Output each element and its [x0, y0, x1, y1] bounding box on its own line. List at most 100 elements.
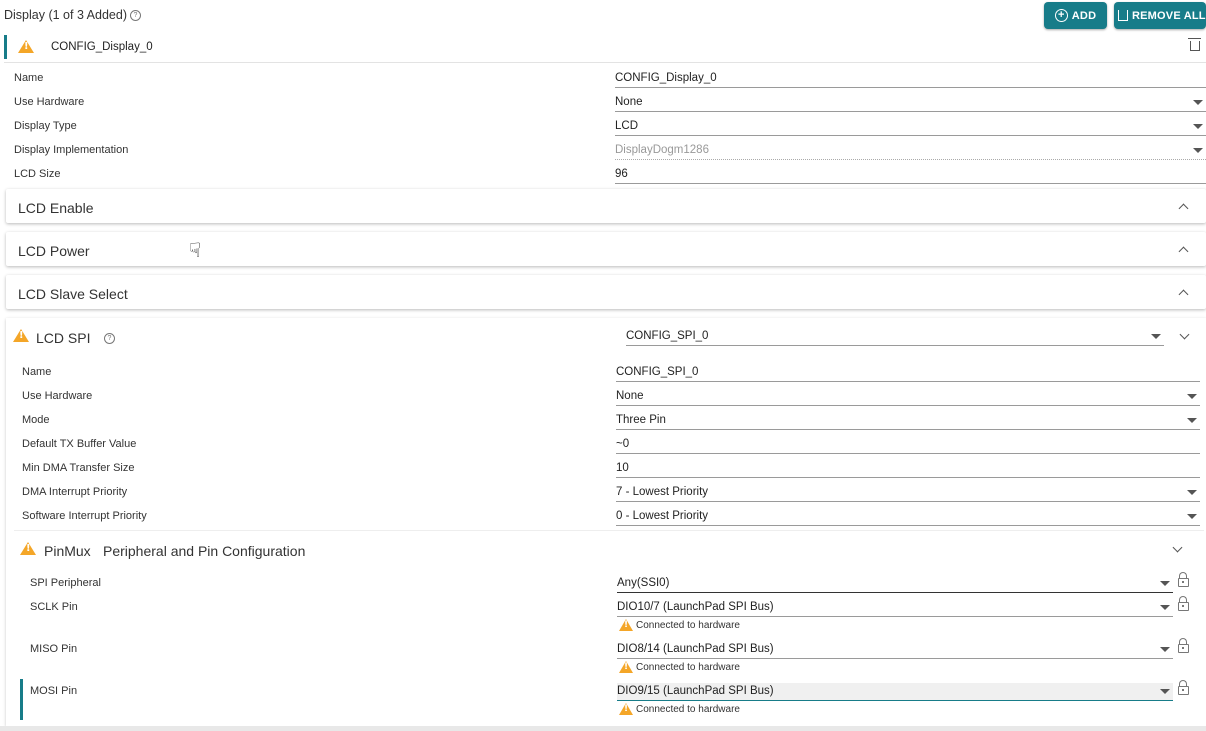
spi-field-value: CONFIG_SPI_0 [616, 366, 699, 378]
display-field-input[interactable]: LCD [615, 118, 1206, 136]
chevron-down-icon [1193, 124, 1203, 129]
help-icon[interactable]: ? [104, 333, 115, 344]
spi-field-value: Three Pin [616, 414, 666, 426]
pin-field-value: DIO10/7 (LaunchPad SPI Bus) [617, 601, 774, 613]
spi-field-value: 0 - Lowest Priority [616, 510, 709, 522]
chevron-down-icon [1160, 605, 1170, 610]
pin-field-label: MOSI Pin [30, 685, 78, 697]
warning-icon [619, 703, 633, 715]
help-icon[interactable]: ? [130, 10, 141, 22]
remove-all-button[interactable]: REMOVE ALL [1114, 2, 1206, 29]
display-field-input[interactable]: None [615, 94, 1206, 112]
section-lcd-slave-select[interactable]: LCD Slave Select [6, 275, 1206, 309]
display-field-label: LCD Size [14, 168, 61, 180]
spi-field-input[interactable]: 0 - Lowest Priority [616, 508, 1200, 526]
lock-icon[interactable] [1178, 638, 1189, 653]
warning-icon [20, 542, 36, 555]
chevron-up-icon[interactable] [1178, 246, 1189, 257]
hardware-note: Connected to hardware [619, 703, 740, 715]
section-title: LCD Power [18, 243, 90, 259]
pinmux-subtitle: Peripheral and Pin Configuration [103, 543, 306, 559]
chevron-down-icon [1187, 418, 1197, 423]
spi-field-input[interactable]: CONFIG_SPI_0 [616, 364, 1200, 382]
remove-all-label: REMOVE ALL [1132, 9, 1206, 22]
display-field-input[interactable]: DisplayDogm1286 [615, 142, 1206, 160]
pin-field-label: SCLK Pin [30, 601, 78, 613]
spi-field-label: Min DMA Transfer Size [22, 462, 135, 474]
config-name-label: CONFIG_Display_0 [51, 41, 153, 53]
pin-field-label: SPI Peripheral [30, 577, 101, 589]
chevron-down-icon [1193, 148, 1203, 153]
hand-cursor-icon: ☟ [189, 240, 202, 262]
display-field-value: CONFIG_Display_0 [615, 72, 717, 84]
display-field-label: Display Type [14, 120, 77, 132]
section-title: LCD Enable [18, 200, 94, 216]
chevron-down-icon [1187, 490, 1197, 495]
spi-field-value: None [616, 390, 644, 402]
section-lcd-power[interactable]: LCD Power [6, 232, 1206, 266]
warning-icon [13, 329, 29, 342]
section-title: LCD Slave Select [18, 286, 128, 302]
hardware-note-text: Connected to hardware [636, 661, 740, 673]
display-field-value: DisplayDogm1286 [615, 144, 709, 156]
display-field-input[interactable]: CONFIG_Display_0 [615, 70, 1206, 88]
config-display-row[interactable]: CONFIG_Display_0 [4, 35, 1206, 63]
spi-field-label: Use Hardware [22, 390, 93, 402]
chevron-up-icon[interactable] [1178, 203, 1189, 214]
spi-field-label: Default TX Buffer Value [22, 438, 137, 450]
pinmux-title: PinMux [44, 543, 91, 559]
lock-icon[interactable] [1178, 680, 1189, 695]
pin-field-select[interactable]: DIO10/7 (LaunchPad SPI Bus) [617, 599, 1173, 617]
display-count-title: Display (1 of 3 Added) [4, 8, 127, 22]
display-field-label: Use Hardware [14, 96, 85, 108]
pin-field-select[interactable]: Any(SSI0) [617, 575, 1173, 593]
chevron-up-icon[interactable] [1178, 289, 1189, 300]
pin-field-value: DIO8/14 (LaunchPad SPI Bus) [617, 643, 774, 655]
display-field-input[interactable]: 96 [615, 166, 1206, 184]
spi-field-input[interactable]: 10 [616, 460, 1200, 478]
chevron-down-icon [1151, 334, 1161, 339]
spi-field-value: 7 - Lowest Priority [616, 486, 709, 498]
display-field-label: Name [14, 72, 44, 84]
hardware-note: Connected to hardware [619, 619, 740, 631]
add-button[interactable]: + ADD [1044, 2, 1107, 29]
display-field-label: Display Implementation [14, 144, 129, 156]
pin-field-select[interactable]: DIO8/14 (LaunchPad SPI Bus) [617, 641, 1173, 659]
spi-field-value: ~0 [616, 438, 630, 450]
spi-field-label: Name [22, 366, 52, 378]
hardware-note: Connected to hardware [619, 661, 740, 673]
lcd-spi-select[interactable]: CONFIG_SPI_0 [626, 328, 1164, 346]
spi-field-label: Mode [22, 414, 50, 426]
warning-icon [619, 619, 633, 631]
pin-field-value: DIO9/15 (LaunchPad SPI Bus) [617, 685, 774, 697]
pin-field-select[interactable]: DIO9/15 (LaunchPad SPI Bus) [617, 683, 1173, 701]
pin-field-value: Any(SSI0) [617, 577, 670, 589]
display-field-value: None [615, 96, 643, 108]
chevron-down-icon [1160, 689, 1170, 694]
add-button-label: ADD [1071, 9, 1097, 22]
spi-field-label: DMA Interrupt Priority [22, 486, 128, 498]
lock-icon[interactable] [1178, 596, 1189, 611]
delete-icon[interactable] [1188, 38, 1201, 51]
selection-indicator [4, 35, 7, 59]
chevron-down-icon [1193, 100, 1203, 105]
horizontal-scrollbar[interactable] [0, 726, 1206, 731]
chevron-down-icon [1160, 647, 1170, 652]
spi-field-input[interactable]: Three Pin [616, 412, 1200, 430]
add-circle-icon: + [1054, 9, 1068, 22]
spi-field-input[interactable]: 7 - Lowest Priority [616, 484, 1200, 502]
spi-field-input[interactable]: ~0 [616, 436, 1200, 454]
lcd-spi-selected: CONFIG_SPI_0 [626, 330, 709, 342]
lcd-spi-title: LCD SPI [36, 330, 91, 346]
chevron-down-icon [1187, 394, 1197, 399]
lock-icon[interactable] [1178, 572, 1189, 587]
mosi-selection-indicator [20, 679, 23, 720]
hardware-note-text: Connected to hardware [636, 703, 740, 715]
hardware-note-text: Connected to hardware [636, 619, 740, 631]
warning-icon [619, 661, 633, 673]
page-title: Display (1 of 3 Added)? [4, 8, 141, 22]
spi-field-input[interactable]: None [616, 388, 1200, 406]
pin-field-label: MISO Pin [30, 643, 78, 655]
section-lcd-enable[interactable]: LCD Enable [6, 189, 1206, 223]
chevron-down-icon [1187, 514, 1197, 519]
